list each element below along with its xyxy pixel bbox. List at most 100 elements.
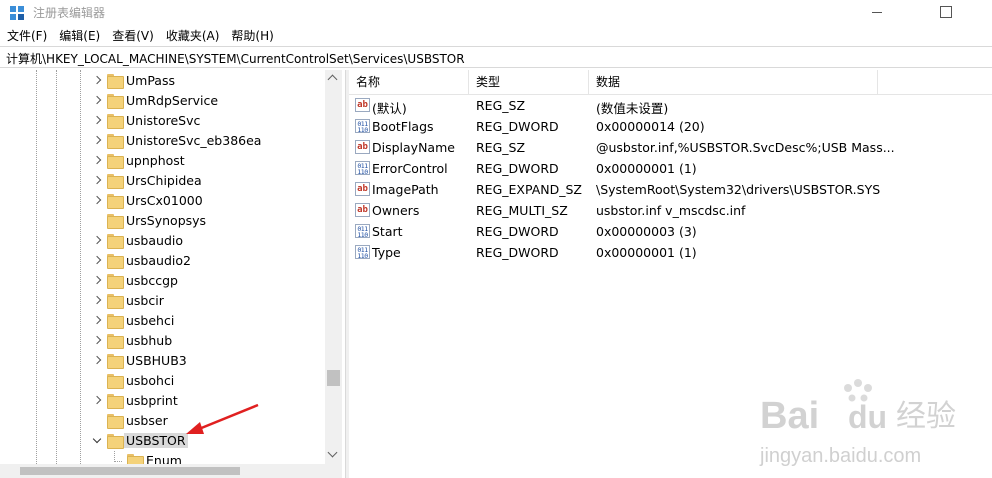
menu-edit[interactable]: 编辑(E): [53, 26, 106, 46]
value-name: DisplayName: [372, 140, 455, 155]
value-name: ImagePath: [372, 182, 439, 197]
scroll-thumb[interactable]: [20, 467, 240, 475]
menu-file[interactable]: 文件(F): [0, 26, 53, 46]
tree-item-label: usbccgp: [126, 273, 178, 288]
chevron-right-icon[interactable]: [92, 256, 102, 266]
menu-favorites[interactable]: 收藏夹(A): [160, 26, 226, 46]
svg-text:du: du: [848, 399, 887, 435]
chevron-right-icon[interactable]: [92, 236, 102, 246]
value-row[interactable]: ab DisplayName REG_SZ @usbstor.inf,%USBSTOR…: [349, 137, 992, 158]
string-value-icon: ab: [355, 98, 370, 112]
scroll-thumb[interactable]: [327, 370, 340, 386]
chevron-right-icon[interactable]: [92, 276, 102, 286]
tree-item[interactable]: usbprint: [0, 391, 328, 411]
tree-item[interactable]: usbehci: [0, 311, 328, 331]
tree-item[interactable]: UrsCx01000: [0, 191, 328, 211]
tree-item[interactable]: USBSTOR: [0, 431, 328, 451]
chevron-right-icon[interactable]: [92, 76, 102, 86]
value-row[interactable]: ab ImagePath REG_EXPAND_SZ \SystemRoot\Syst…: [349, 179, 992, 200]
binary-value-icon: 011 110: [355, 224, 370, 238]
chevron-right-icon[interactable]: [92, 156, 102, 166]
tree-item[interactable]: UrsSynopsys: [0, 211, 328, 231]
tree-item[interactable]: USBHUB3: [0, 351, 328, 371]
tree-item[interactable]: UnistoreSvc_eb386ea: [0, 131, 328, 151]
key-tree-pane[interactable]: UmPass UmRdpService UnistoreSvc UnistoreSvc…: [0, 70, 345, 478]
chevron-right-icon[interactable]: [92, 136, 102, 146]
folder-icon: [107, 294, 124, 309]
folder-icon: [107, 74, 124, 89]
value-type: REG_EXPAND_SZ: [476, 182, 582, 197]
tree-item-label: usbprint: [126, 393, 178, 408]
folder-icon: [107, 394, 124, 409]
tree-item[interactable]: usbser: [0, 411, 328, 431]
column-header-data[interactable]: 数据: [589, 70, 878, 94]
value-data: usbstor.inf v_mscdsc.inf: [596, 203, 746, 218]
folder-icon: [107, 434, 124, 449]
binary-value-icon: 011 110: [355, 245, 370, 259]
baidu-jingyan-watermark: Bai du 经验 jingyan.baidu.com: [759, 379, 956, 467]
chevron-right-icon[interactable]: [92, 396, 102, 406]
folder-icon: [107, 414, 124, 429]
tree-item-label: USBSTOR: [124, 433, 188, 448]
tree-horizontal-scrollbar[interactable]: [0, 464, 342, 478]
chevron-right-icon[interactable]: [92, 356, 102, 366]
value-row[interactable]: 011 110 Type REG_DWORD 0x00000001 (1): [349, 242, 992, 263]
chevron-right-icon[interactable]: [92, 336, 102, 346]
chevron-right-icon[interactable]: [92, 96, 102, 106]
tree-item-label: upnphost: [126, 153, 185, 168]
chevron-right-icon[interactable]: [92, 176, 102, 186]
column-header-type[interactable]: 类型: [469, 70, 589, 94]
tree-item-label: usbehci: [126, 313, 175, 328]
tree-item[interactable]: usbccgp: [0, 271, 328, 291]
tree-vertical-scrollbar[interactable]: [325, 70, 342, 464]
menu-bar: 文件(F) 编辑(E) 查看(V) 收藏夹(A) 帮助(H): [0, 26, 992, 46]
tree-item[interactable]: usbaudio: [0, 231, 328, 251]
value-row[interactable]: 011 110 Start REG_DWORD 0x00000003 (3): [349, 221, 992, 242]
tree-item[interactable]: UmPass: [0, 71, 328, 91]
scroll-up-icon[interactable]: [327, 74, 338, 85]
menu-help[interactable]: 帮助(H): [225, 26, 279, 46]
menu-view[interactable]: 查看(V): [106, 26, 160, 46]
tree-item-label: usbohci: [126, 373, 175, 388]
value-name: Start: [372, 224, 403, 239]
folder-icon: [107, 374, 124, 389]
tree-item-label: usbaudio: [126, 233, 184, 248]
tree-item-label: UrsCx01000: [126, 193, 203, 208]
annotation-arrow-head: [186, 422, 204, 434]
value-data: 0x00000001 (1): [596, 245, 697, 260]
binary-value-icon: 011 110: [355, 119, 370, 133]
string-value-icon: ab: [355, 203, 370, 217]
tree-item-label: UmRdpService: [126, 93, 219, 108]
tree-item[interactable]: usbhub: [0, 331, 328, 351]
chevron-right-icon[interactable]: [92, 196, 102, 206]
chevron-right-icon[interactable]: [92, 296, 102, 306]
value-row[interactable]: 011 110 BootFlags REG_DWORD 0x00000014 (20): [349, 116, 992, 137]
tree-item[interactable]: UrsChipidea: [0, 171, 328, 191]
address-path[interactable]: 计算机\HKEY_LOCAL_MACHINE\SYSTEM\CurrentCon…: [6, 50, 465, 67]
annotation-arrow-line: [193, 403, 259, 433]
value-type: REG_DWORD: [476, 224, 559, 239]
tree-item[interactable]: UmRdpService: [0, 91, 328, 111]
column-header-name[interactable]: 名称: [349, 70, 469, 94]
tree-item[interactable]: UnistoreSvc: [0, 111, 328, 131]
folder-icon: [107, 94, 124, 109]
tree-item[interactable]: usbohci: [0, 371, 328, 391]
tree-item[interactable]: upnphost: [0, 151, 328, 171]
value-row[interactable]: 011 110 ErrorControl REG_DWORD 0x00000001 (1…: [349, 158, 992, 179]
value-row[interactable]: ab (默认) REG_SZ (数值未设置): [349, 95, 992, 116]
chevron-down-icon[interactable]: [92, 436, 102, 446]
scroll-down-icon[interactable]: [327, 447, 338, 458]
value-row[interactable]: ab Owners REG_MULTI_SZ usbstor.inf v_mscdsc…: [349, 200, 992, 221]
chevron-right-icon[interactable]: [92, 116, 102, 126]
minimize-button[interactable]: [854, 0, 900, 26]
chevron-right-icon[interactable]: [92, 316, 102, 326]
title-bar: 注册表编辑器: [0, 0, 992, 26]
address-bar[interactable]: 计算机\HKEY_LOCAL_MACHINE\SYSTEM\CurrentCon…: [0, 46, 992, 68]
tree-item[interactable]: usbaudio2: [0, 251, 328, 271]
value-data: \SystemRoot\System32\drivers\USBSTOR.SYS: [596, 182, 881, 197]
string-value-icon: ab: [355, 140, 370, 154]
tree-item[interactable]: usbcir: [0, 291, 328, 311]
window-title: 注册表编辑器: [33, 6, 106, 20]
value-type: REG_DWORD: [476, 119, 559, 134]
maximize-button[interactable]: [922, 0, 968, 26]
